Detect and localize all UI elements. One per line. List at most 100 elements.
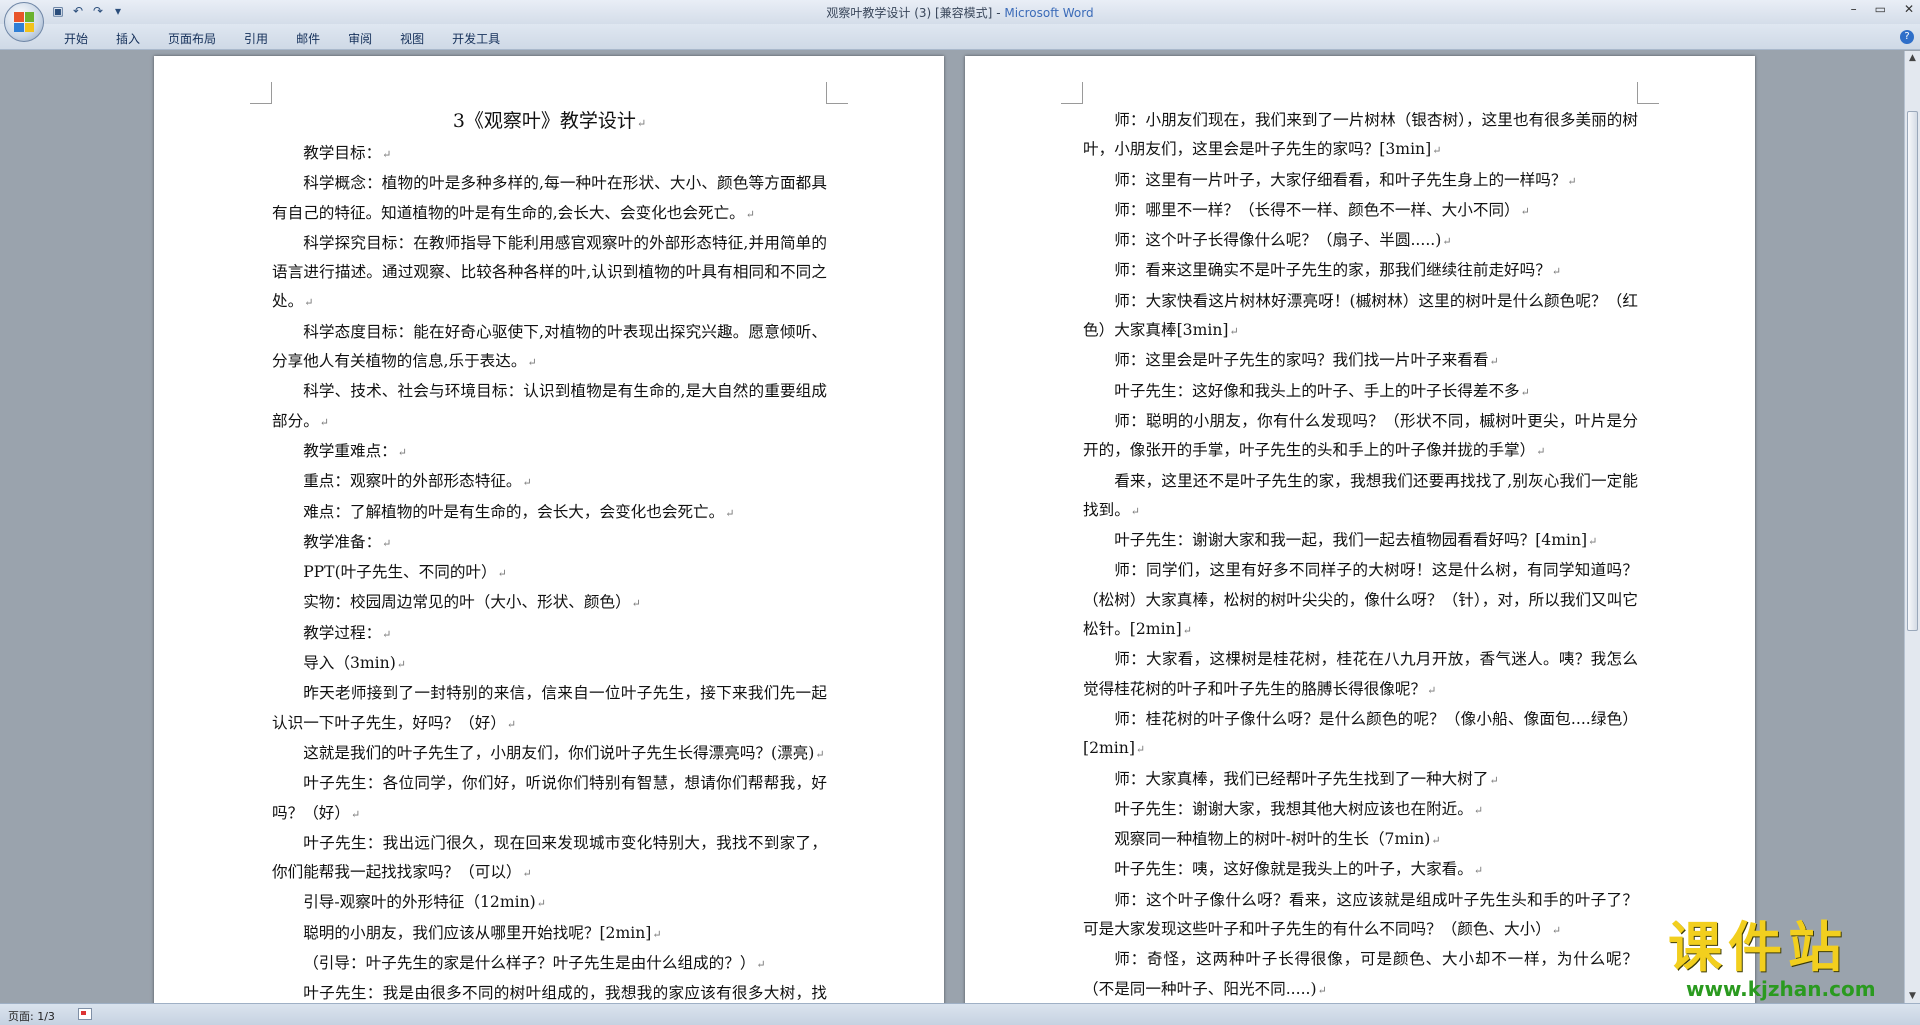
site-watermark: 课件站 www.kjzhan.com — [1668, 918, 1908, 1006]
tab-insert[interactable]: 插入 — [102, 30, 154, 47]
paragraph-mark-icon: ↵ — [1588, 535, 1598, 549]
scrollbar-thumb[interactable] — [1907, 111, 1918, 631]
paragraph: 师：看来这里确实不是叶子先生的家，那我们继续往前走好吗？↵ — [1114, 261, 1562, 280]
paragraph-mark-icon: ↵ — [1182, 624, 1192, 638]
paragraph-mark-icon: ↵ — [497, 567, 507, 581]
paragraph: 师：奇怪，这两种叶子长得很像，可是颜色、大小却不一样，为什么呢？（不是同一种叶子… — [1083, 950, 1638, 998]
document-heading: 3《观察叶》教学设计↵ — [452, 110, 647, 132]
watermark-logo-text: 课件站 — [1668, 916, 1848, 979]
document-workspace: 3《观察叶》教学设计↵ 教学目标：↵ 科学概念：植物的叶是多种多样的,每一种叶在形… — [0, 51, 1904, 1003]
paragraph-mark-icon: ↵ — [522, 867, 532, 881]
tab-mailings[interactable]: 邮件 — [282, 30, 334, 47]
paragraph: 师：这个叶子像什么呀？看来，这应该就是组成叶子先生头和手的叶子了？可是大家发现这… — [1083, 890, 1638, 939]
vertical-scrollbar[interactable]: ▲ ▼ — [1904, 51, 1920, 1003]
office-button[interactable] — [4, 2, 44, 42]
paragraph: 引导-观察叶的外形特征（12min)↵ — [303, 893, 546, 912]
paragraph: 观察同一种植物上的树叶-树叶的生长（7min)↵ — [1114, 830, 1441, 849]
paragraph: 昨天老师接到了一封特别的来信，信来自一位叶子先生，接下来我们先一起认识一下叶子先… — [272, 684, 827, 732]
document-title: 观察叶教学设计 (3) [兼容模式] — [826, 6, 993, 20]
paragraph: 师：小朋友们现在，我们来到了一片树林（银杏树），这里也有很多美丽的树叶，小朋友们… — [1083, 111, 1638, 159]
scroll-up-icon[interactable]: ▲ — [1905, 51, 1920, 65]
paragraph-mark-icon: ↵ — [382, 627, 392, 641]
paragraph: 教学过程：↵ — [303, 623, 392, 642]
paragraph-mark-icon: ↵ — [1551, 924, 1562, 938]
proofing-icon[interactable] — [78, 1008, 92, 1020]
tab-view[interactable]: 视图 — [386, 30, 438, 47]
office-logo-icon — [14, 12, 34, 32]
paragraph: 实物：校园周边常见的叶（大小、形状、颜色）↵ — [303, 593, 641, 612]
paragraph: 叶子先生：谢谢大家，我想其他大树应该也在附近。↵ — [1114, 799, 1484, 818]
paragraph: 这就是我们的叶子先生了，小朋友们，你们说叶子先生长得漂亮吗？(漂亮)↵ — [303, 743, 825, 762]
tab-page-layout[interactable]: 页面布局 — [154, 30, 230, 47]
paragraph: 师：大家看，这棵树是桂花树，桂花在八九月开放，香气迷人。咦？我怎么觉得桂花树的叶… — [1083, 650, 1638, 698]
paragraph-mark-icon: ↵ — [1520, 385, 1530, 399]
page-2: 师：小朋友们现在，我们来到了一片树林（银杏树），这里也有很多美丽的树叶，小朋友们… — [965, 56, 1755, 1003]
watermark-url: www.kjzhan.com — [1686, 977, 1876, 1001]
margin-corner-top-left — [250, 82, 272, 104]
paragraph: 叶子先生：我出远门很久，现在回来发现城市变化特别大，我找不到家了，你们能帮我一起… — [272, 833, 827, 882]
paragraph: 教学重难点：↵ — [303, 441, 407, 460]
status-bar: 页面: 1/3 — [0, 1003, 1920, 1025]
page-count[interactable]: 页面: 1/3 — [8, 1008, 55, 1024]
paragraph-mark-icon: ↵ — [756, 958, 766, 972]
paragraph: （引导：叶子先生的家是什么样子？叶子先生是由什么组成的？）↵ — [303, 954, 766, 973]
paragraph: 教学目标：↵ — [303, 144, 392, 162]
paragraph: 教学准备：↵ — [303, 532, 392, 551]
window-controls: – ▭ ✕ — [1851, 2, 1914, 16]
paragraph-mark-icon: ↵ — [1135, 743, 1146, 757]
paragraph-mark-icon: ↵ — [1442, 235, 1452, 249]
page-2-content[interactable]: 师：小朋友们现在，我们来到了一片树林（银杏树），这里也有很多美丽的树叶，小朋友们… — [1083, 106, 1638, 1003]
paragraph-mark-icon: ↵ — [396, 658, 407, 672]
paragraph: 科学概念：植物的叶是多种多样的,每一种叶在形状、大小、颜色等方面都具有自己的特征… — [272, 174, 827, 222]
paragraph-mark-icon: ↵ — [522, 476, 532, 490]
paragraph: 师：这个叶子长得像什么呢？（扇子、半圆.....)↵ — [1114, 231, 1452, 250]
paragraph-mark-icon: ↵ — [319, 415, 330, 429]
minimize-icon[interactable]: – — [1851, 2, 1857, 16]
paragraph: 叶子先生：谢谢大家和我一起，我们一起去植物园看看好吗？[4min]↵ — [1114, 531, 1598, 550]
paragraph: 重点：观察叶的外部形态特征。↵ — [303, 472, 532, 491]
paragraph: PPT(叶子先生、不同的叶）↵ — [303, 563, 507, 582]
close-icon[interactable]: ✕ — [1904, 2, 1914, 16]
paragraph-mark-icon: ↵ — [350, 807, 361, 821]
paragraph-mark-icon: ↵ — [745, 207, 755, 221]
paragraph-mark-icon: ↵ — [1473, 864, 1484, 878]
paragraph: 看来，这里还不是叶子先生的家，我想我们还要再找找了,别灰心我们一定能找到。↵ — [1083, 471, 1638, 519]
paragraph-mark-icon: ↵ — [1489, 773, 1499, 787]
maximize-icon[interactable]: ▭ — [1875, 2, 1886, 16]
paragraph-mark-icon: ↵ — [1317, 983, 1327, 997]
paragraph: 师：这里会是叶子先生的家吗？我们找一片叶子来看看↵ — [1114, 351, 1499, 370]
ribbon-tab-bar: 开始 插入 页面布局 引用 邮件 审阅 视图 开发工具 ? — [0, 24, 1920, 50]
paragraph-mark-icon: ↵ — [506, 717, 517, 731]
paragraph-mark-icon: ↵ — [1536, 445, 1546, 459]
paragraph: 师：同学们，这里有好多不同样子的大树呀！这是什么树，有同学知道吗？（松树）大家真… — [1083, 561, 1638, 639]
paragraph: 叶子先生：各位同学，你们好，听说你们特别有智慧，想请你们帮帮我，好吗？（好）↵ — [272, 774, 827, 822]
tab-references[interactable]: 引用 — [230, 30, 282, 47]
paragraph: 科学、技术、社会与环境目标：认识到植物是有生命的,是大自然的重要组成部分。↵ — [272, 382, 827, 430]
paragraph: 师：桂花树的叶子像什么呀？是什么颜色的呢？（像小船、像面包....绿色）[2mi… — [1083, 709, 1638, 758]
paragraph-mark-icon: ↵ — [1551, 265, 1562, 279]
paragraph-mark-icon: ↵ — [1130, 504, 1141, 518]
paragraph-mark-icon: ↵ — [725, 506, 735, 520]
paragraph-mark-icon: ↵ — [652, 927, 662, 941]
tab-review[interactable]: 审阅 — [334, 30, 386, 47]
paragraph-mark-icon: ↵ — [815, 747, 825, 761]
paragraph-mark-icon: ↵ — [382, 148, 392, 161]
app-name: Microsoft Word — [1004, 6, 1094, 20]
paragraph: 师：哪里不一样？（长得不一样、颜色不一样、大小不同）↵ — [1114, 200, 1530, 219]
paragraph-mark-icon: ↵ — [1432, 144, 1442, 158]
paragraph: 师：这里有一片叶子，大家仔细看看，和叶子先生身上的一样吗？↵ — [1114, 170, 1577, 189]
help-icon[interactable]: ? — [1900, 30, 1914, 44]
paragraph: 叶子先生：这好像和我头上的叶子、手上的叶子长得差不多↵ — [1114, 381, 1530, 400]
paragraph-mark-icon: ↵ — [1229, 325, 1239, 339]
paragraph: 师：大家真棒，我们已经帮叶子先生找到了一种大树了↵ — [1114, 769, 1499, 788]
paragraph: 科学探究目标：在教师指导下能利用感官观察叶的外部形态特征,并用简单的语言进行描述… — [272, 233, 827, 311]
paragraph-mark-icon: ↵ — [631, 597, 641, 611]
paragraph: 师：大家快看这片树林好漂亮呀！(槭树林）这里的树叶是什么颜色呢？（红色）大家真棒… — [1083, 291, 1638, 340]
page-1-content[interactable]: 3《观察叶》教学设计↵ 教学目标：↵ 科学概念：植物的叶是多种多样的,每一种叶在形… — [272, 106, 827, 1003]
paragraph-mark-icon: ↵ — [304, 296, 314, 310]
paragraph-mark-icon: ↵ — [527, 356, 537, 370]
paragraph: 叶子先生：我是由很多不同的树叶组成的，我想我的家应该有很多大树，找到这些大树就找… — [303, 984, 827, 1003]
paragraph-mark-icon: ↵ — [1567, 174, 1577, 188]
tab-developer[interactable]: 开发工具 — [438, 30, 514, 47]
tab-home[interactable]: 开始 — [50, 30, 102, 47]
